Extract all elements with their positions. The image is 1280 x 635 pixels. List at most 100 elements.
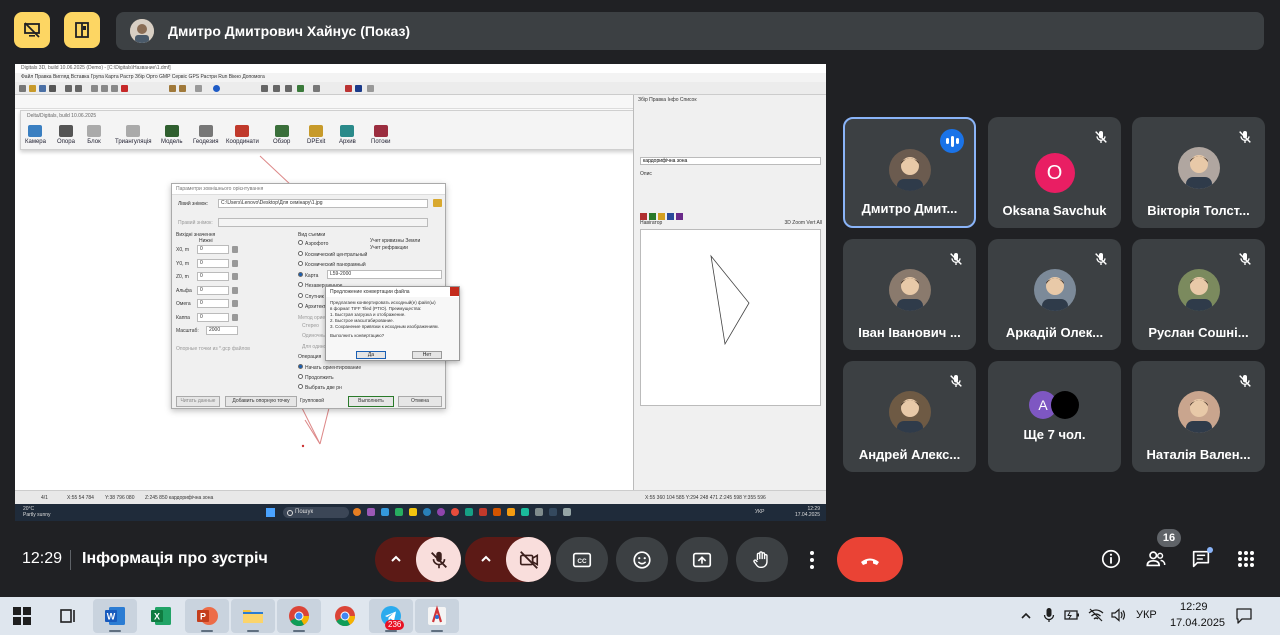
right-panel-tabs[interactable]: Збір Правка Інфо Список xyxy=(634,95,826,105)
activities-button[interactable] xyxy=(1233,546,1259,572)
raise-hand-button[interactable] xyxy=(736,537,788,582)
tray-battery-icon[interactable] xyxy=(1064,608,1080,622)
cancel-button[interactable]: Отмена xyxy=(398,396,442,407)
taskbar-chrome-1[interactable] xyxy=(277,599,321,633)
folder-icon[interactable] xyxy=(433,199,442,207)
operation-option[interactable]: Продолжить xyxy=(298,374,334,381)
tray-date[interactable]: 17.04.2025 xyxy=(1170,617,1225,629)
app-icon-14[interactable] xyxy=(535,508,543,516)
lock-icon[interactable] xyxy=(232,313,238,321)
chevron-up-icon[interactable] xyxy=(479,552,493,566)
present-screen-button[interactable] xyxy=(676,537,728,582)
app-icon-6[interactable] xyxy=(423,508,431,516)
shared-search[interactable]: Пошук xyxy=(283,507,349,518)
people-button[interactable] xyxy=(1143,546,1169,572)
taskbar-file-explorer[interactable] xyxy=(231,599,275,633)
operation-option[interactable]: Выбрать две рн xyxy=(298,384,342,391)
gcp-checkbox[interactable]: Опорные точки из *.gcp файлов xyxy=(176,346,250,352)
operation-option[interactable]: Начать ориентирование xyxy=(298,364,361,371)
yes-button[interactable]: Да xyxy=(356,351,386,359)
app-icon-5[interactable] xyxy=(409,508,417,516)
view-controls[interactable]: 3D Zoom Vert All xyxy=(784,220,822,226)
taskbar-digitals[interactable] xyxy=(415,599,459,633)
leave-call-button[interactable] xyxy=(837,537,903,582)
lock-icon[interactable] xyxy=(232,300,238,307)
stereo-radio[interactable]: Стерео xyxy=(302,323,319,329)
left-image-field[interactable]: C:\Users\Lenovo\Desktop\Для семінару\1.j… xyxy=(218,199,428,208)
taskbar-excel[interactable]: X xyxy=(139,599,183,633)
survey-option[interactable]: Космический центральный xyxy=(298,250,367,258)
row-field[interactable]: 0 xyxy=(197,258,229,268)
task-view-button[interactable] xyxy=(46,599,90,633)
app-icon-12[interactable] xyxy=(507,508,515,516)
chevron-up-icon[interactable] xyxy=(389,552,403,566)
app-icon-8[interactable] xyxy=(451,508,459,516)
participant-tile[interactable]: A Ще 7 чол. xyxy=(988,361,1121,472)
tray-wifi-icon[interactable] xyxy=(1088,607,1104,623)
tray-language[interactable]: УКР xyxy=(1136,609,1157,621)
row-field[interactable]: 0 xyxy=(197,299,229,308)
app-icon-1[interactable] xyxy=(353,508,361,516)
app-icon-15[interactable] xyxy=(549,508,557,516)
meeting-info-button[interactable]: Інформація про зустріч xyxy=(82,550,268,568)
captions-button[interactable]: CC xyxy=(556,537,608,582)
lock-icon[interactable] xyxy=(232,259,238,267)
taskbar-telegram[interactable]: 236 xyxy=(369,599,413,633)
hide-self-view-button[interactable] xyxy=(14,12,50,48)
windows-start-icon[interactable] xyxy=(266,508,275,517)
camera-toggle-button[interactable] xyxy=(506,537,551,582)
app-icon-16[interactable] xyxy=(563,508,571,516)
more-options-button[interactable] xyxy=(800,537,824,582)
earth-curvature-checkbox[interactable]: Учет кривизны Земли xyxy=(370,238,420,244)
app-icon-13[interactable] xyxy=(521,508,529,516)
chat-button[interactable] xyxy=(1188,546,1214,572)
app-icon-9[interactable] xyxy=(465,508,473,516)
taskbar-word[interactable]: W xyxy=(93,599,137,633)
row-field[interactable]: 0 xyxy=(197,272,229,281)
row-field[interactable]: 0 xyxy=(197,312,229,322)
tray-chevron-up-icon[interactable] xyxy=(1020,610,1032,622)
participant-tile[interactable]: Дмитро Дмит... xyxy=(843,117,976,228)
refraction-checkbox[interactable]: Учет рефракции xyxy=(370,245,408,251)
no-button[interactable]: Нет xyxy=(412,351,442,359)
survey-option[interactable]: Карта xyxy=(298,271,318,279)
layer-select[interactable]: кардорифічна зона xyxy=(640,157,821,165)
taskbar-chrome-2[interactable] xyxy=(323,599,367,633)
tray-mic-icon[interactable] xyxy=(1043,607,1055,623)
pin-layout-button[interactable] xyxy=(64,12,100,48)
right-image-field[interactable] xyxy=(218,218,428,227)
add-control-point-button[interactable]: Добавить опорную точку xyxy=(225,396,297,407)
participant-tile[interactable]: Андрей Алекс... xyxy=(843,361,976,472)
survey-option[interactable]: Космический панорамный xyxy=(298,261,366,268)
lock-icon[interactable] xyxy=(232,273,238,280)
read-data-button[interactable]: Читать данные xyxy=(176,396,220,407)
close-icon[interactable] xyxy=(450,287,459,296)
lock-icon[interactable] xyxy=(232,286,238,294)
app-icon-10[interactable] xyxy=(479,508,487,516)
reactions-button[interactable] xyxy=(616,537,668,582)
participant-tile[interactable]: Наталія Вален... xyxy=(1132,361,1265,472)
scale-field[interactable]: 2000 xyxy=(206,326,238,335)
taskbar-powerpoint[interactable]: P xyxy=(185,599,229,633)
lock-icon[interactable] xyxy=(232,246,238,253)
survey-option[interactable]: Аэрофото xyxy=(298,240,328,247)
participant-tile[interactable]: Вікторія Толст... xyxy=(1132,117,1265,228)
run-button[interactable]: Выполнить xyxy=(348,396,394,407)
app-icon-4[interactable] xyxy=(395,508,403,516)
tray-time[interactable]: 12:29 xyxy=(1180,601,1208,613)
map-select[interactable]: L59-2000 xyxy=(327,270,442,279)
app-icon-11[interactable] xyxy=(493,508,501,516)
windows-start-button[interactable] xyxy=(0,599,44,633)
color-swatches[interactable] xyxy=(640,207,720,220)
meeting-details-button[interactable] xyxy=(1098,546,1124,572)
row-field[interactable]: 0 xyxy=(197,285,229,295)
participant-tile[interactable]: Аркадій Олек... xyxy=(988,239,1121,350)
group-mode-radio[interactable]: Групповой xyxy=(300,398,324,404)
app-icon-3[interactable] xyxy=(381,508,389,516)
app-icon-2[interactable] xyxy=(367,508,375,516)
participant-tile[interactable]: O Oksana Savchuk xyxy=(988,117,1121,228)
participant-tile[interactable]: Руслан Сошні... xyxy=(1132,239,1265,350)
survey-option[interactable]: Спутник xyxy=(298,292,324,300)
mic-toggle-button[interactable] xyxy=(416,537,461,582)
row-field[interactable]: 0 xyxy=(197,245,229,254)
